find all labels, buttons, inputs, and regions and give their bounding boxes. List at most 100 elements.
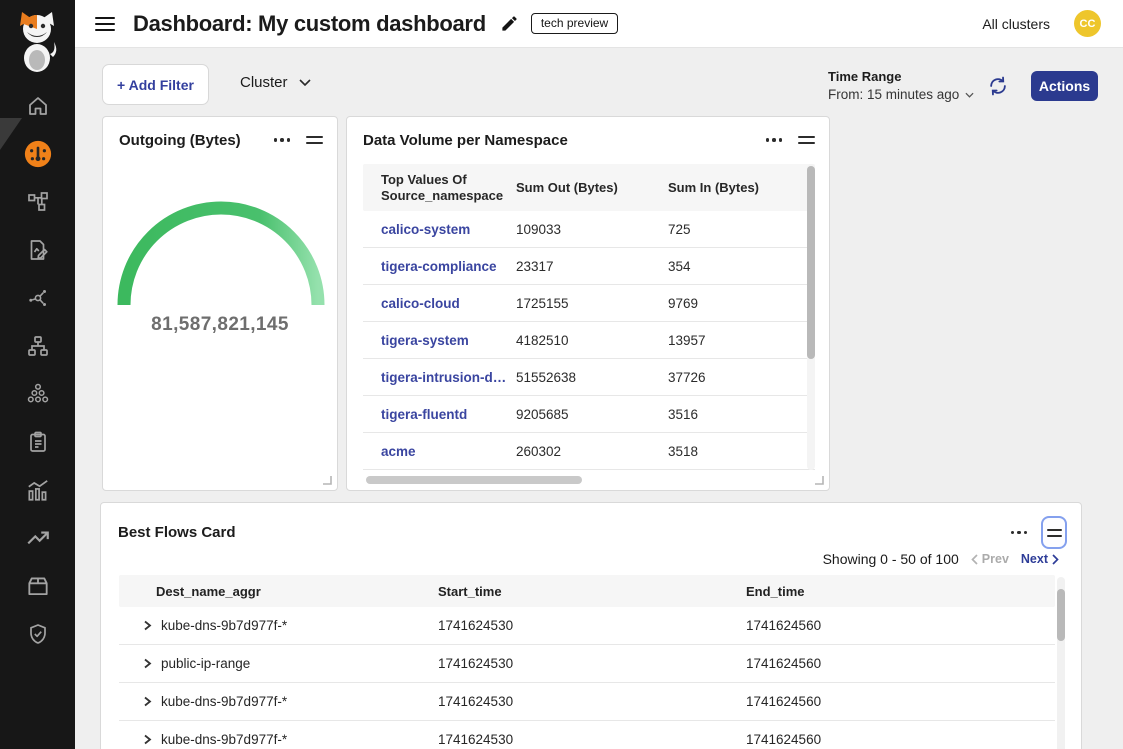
column-header: Dest_name_aggr <box>119 584 438 599</box>
sum-in-value: 354 <box>668 259 815 274</box>
end-time-value: 1741624560 <box>746 694 1055 709</box>
cluster-filter-dropdown[interactable]: Cluster <box>240 74 311 91</box>
gauge-value: 81,587,821,145 <box>103 314 337 336</box>
column-header: Start_time <box>438 584 746 599</box>
card-menu-icon[interactable] <box>764 134 785 146</box>
sidebar-item-workloads[interactable] <box>0 564 75 608</box>
table-row: tigera-intrusion-d… 51552638 37726 <box>363 359 815 396</box>
dest-name-value: kube-dns-9b7d977f-* <box>161 618 287 633</box>
best-flows-card-title: Best Flows Card <box>118 524 236 541</box>
sidebar-item-statistics[interactable] <box>0 468 75 512</box>
table-row: calico-system 109033 725 <box>363 211 815 248</box>
table-row: tigera-fluentd 9205685 3516 <box>363 396 815 433</box>
sidebar-item-service-graph[interactable] <box>0 180 75 224</box>
brand-logo[interactable] <box>12 10 62 72</box>
sum-out-value: 260302 <box>516 444 668 459</box>
sidebar-item-home[interactable] <box>0 84 75 128</box>
expand-row-icon[interactable] <box>143 620 152 631</box>
table-row: tigera-compliance 23317 354 <box>363 248 815 285</box>
card-drag-handle-icon[interactable] <box>796 131 817 149</box>
horizontal-scrollbar-thumb[interactable] <box>366 476 582 484</box>
sidebar-item-dashboards[interactable] <box>0 132 75 176</box>
pencil-icon <box>500 14 519 33</box>
start-time-value: 1741624530 <box>438 618 746 633</box>
sidebar-item-connections[interactable] <box>0 276 75 320</box>
time-range-control: Time Range From: 15 minutes ago <box>828 69 974 102</box>
hamburger-icon <box>94 15 116 33</box>
prev-page-button[interactable]: Prev <box>971 552 1009 566</box>
clipboard-icon <box>26 430 50 454</box>
card-menu-icon[interactable] <box>1009 527 1030 539</box>
user-avatar[interactable]: CC <box>1074 10 1101 37</box>
flows-table: Dest_name_aggr Start_time End_time kube-… <box>119 575 1055 749</box>
vertical-scrollbar-thumb[interactable] <box>1057 589 1065 641</box>
page-title: Dashboard: My custom dashboard <box>133 11 486 37</box>
data-volume-card-title: Data Volume per Namespace <box>363 132 568 149</box>
namespace-link[interactable]: tigera-intrusion-d… <box>381 370 516 385</box>
sidebar-item-compliance[interactable] <box>0 420 75 464</box>
cluster-scope-selector[interactable]: All clusters <box>982 16 1050 32</box>
namespace-link[interactable]: calico-cloud <box>381 296 516 311</box>
pagination-status: Showing 0 - 50 of 100 <box>823 551 959 567</box>
expand-row-icon[interactable] <box>143 696 152 707</box>
column-header: Sum In (Bytes) <box>668 180 815 196</box>
data-volume-card: Data Volume per Namespace Top Values Of … <box>346 116 830 491</box>
sum-out-value: 4182510 <box>516 333 668 348</box>
card-drag-handle-focused[interactable] <box>1041 516 1067 549</box>
sidebar-item-reports[interactable] <box>0 228 75 272</box>
time-range-label: Time Range <box>828 69 974 84</box>
table-row: kube-dns-9b7d977f-* 1741624530 174162456… <box>119 721 1055 749</box>
next-page-button[interactable]: Next <box>1021 552 1059 566</box>
gauge-card: Outgoing (Bytes) 81,587,821,145 <box>102 116 338 491</box>
end-time-value: 1741624560 <box>746 732 1055 747</box>
resize-handle-icon[interactable] <box>814 475 824 485</box>
add-filter-button[interactable]: + Add Filter <box>102 64 209 105</box>
expand-row-icon[interactable] <box>143 658 152 669</box>
chevron-down-icon <box>965 92 974 98</box>
cat-mascot-icon <box>12 10 62 72</box>
sidebar-item-clusters[interactable] <box>0 372 75 416</box>
start-time-value: 1741624530 <box>438 732 746 747</box>
table-row: acme 260302 3518 <box>363 433 815 470</box>
dashboard-gauge-icon <box>23 139 53 169</box>
sidebar-item-security[interactable] <box>0 612 75 656</box>
table-row: kube-dns-9b7d977f-* 1741624530 174162456… <box>119 683 1055 721</box>
namespace-link[interactable]: acme <box>381 444 516 459</box>
best-flows-card: Best Flows Card Showing 0 - 50 of 100 Pr… <box>100 502 1082 749</box>
sum-in-value: 3518 <box>668 444 815 459</box>
resize-handle-icon[interactable] <box>322 475 332 485</box>
dest-name-value: kube-dns-9b7d977f-* <box>161 694 287 709</box>
stats-chart-icon <box>25 477 51 503</box>
flows-table-header: Dest_name_aggr Start_time End_time <box>119 575 1055 607</box>
vertical-scrollbar-thumb[interactable] <box>807 166 815 359</box>
top-bar: Dashboard: My custom dashboard tech prev… <box>75 0 1123 48</box>
namespace-link[interactable]: tigera-compliance <box>381 259 516 274</box>
actions-button[interactable]: Actions <box>1031 71 1098 101</box>
pagination: Showing 0 - 50 of 100 Prev Next <box>823 551 1059 567</box>
time-range-value-dropdown[interactable]: From: 15 minutes ago <box>828 87 974 102</box>
namespace-table-header: Top Values Of Source_namespace Sum Out (… <box>363 164 815 211</box>
sum-out-value: 23317 <box>516 259 668 274</box>
sum-in-value: 13957 <box>668 333 815 348</box>
hierarchy-icon <box>26 334 50 358</box>
start-time-value: 1741624530 <box>438 694 746 709</box>
refresh-button[interactable] <box>987 75 1009 97</box>
cluster-dropdown-label: Cluster <box>240 74 288 91</box>
sidebar-item-trends[interactable] <box>0 516 75 560</box>
namespace-link[interactable]: tigera-fluentd <box>381 407 516 422</box>
expand-row-icon[interactable] <box>143 734 152 745</box>
column-header: Sum Out (Bytes) <box>516 180 668 196</box>
menu-toggle-button[interactable] <box>94 15 116 33</box>
sum-in-value: 9769 <box>668 296 815 311</box>
home-icon <box>26 94 50 118</box>
chevron-left-icon <box>971 554 978 565</box>
namespace-link[interactable]: calico-system <box>381 222 516 237</box>
report-edit-icon <box>26 238 50 262</box>
sum-out-value: 109033 <box>516 222 668 237</box>
sidebar-item-network-hierarchy[interactable] <box>0 324 75 368</box>
end-time-value: 1741624560 <box>746 618 1055 633</box>
edit-dashboard-button[interactable] <box>500 14 519 33</box>
table-row: kube-dns-9b7d977f-* 1741624530 174162456… <box>119 607 1055 645</box>
namespace-link[interactable]: tigera-system <box>381 333 516 348</box>
flows-table-rows: kube-dns-9b7d977f-* 1741624530 174162456… <box>119 607 1055 749</box>
